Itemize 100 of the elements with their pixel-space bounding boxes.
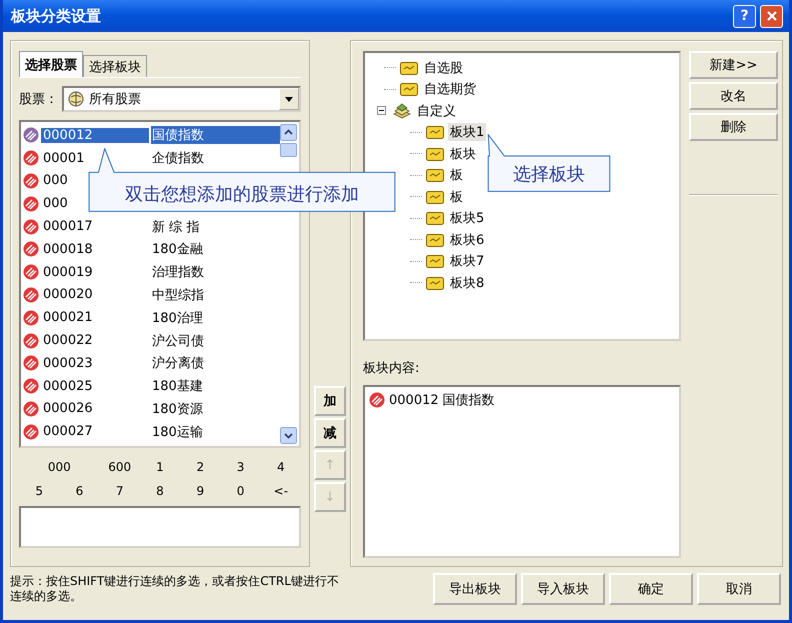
close-button[interactable] [760,4,783,28]
footer-button[interactable]: 确定 [609,573,693,605]
keypad-key[interactable]: 1 [140,458,180,476]
stock-row[interactable]: 00001 企债指数 [23,146,204,170]
globe-icon [68,91,84,107]
keypad-key[interactable]: 000 [19,458,100,476]
stock-name: 国债指数 [151,126,280,144]
keypad-key[interactable]: <- [260,482,301,500]
stock-row[interactable]: 000023 沪分离债 [23,352,204,375]
folder-icon [426,190,444,204]
stock-row[interactable]: 000019 治理指数 [23,260,204,284]
tree-item[interactable]: 板块5 [448,209,486,228]
tree-item[interactable]: 板 [448,188,465,206]
stock-row[interactable]: 000027 180运输 [23,420,203,444]
keypad-key[interactable]: 4 [260,458,301,476]
keypad-key[interactable]: 5 [19,482,60,500]
stock-icon [369,392,385,408]
keypad-key[interactable]: 9 [180,482,220,500]
scroll-up-icon[interactable] [280,124,297,141]
stock-row[interactable]: 000012 国债指数 [23,124,280,147]
stock-row[interactable]: 000025 180基建 [23,374,203,398]
stock-row[interactable]: 000 [23,170,70,192]
tab[interactable]: 选择板块 [83,55,147,77]
stock-icon [23,355,39,372]
keypad-key[interactable]: 2 [180,458,220,476]
keypad-key[interactable]: 8 [140,482,180,500]
window-title: 板块分类设置 [11,6,101,26]
hint-text: 提示：按住SHIFT键进行连续的多选，或者按住CTRL键进行不连续的多选。 [10,574,340,604]
stock-code: 000012 [389,392,439,408]
folder-icon [400,82,418,96]
stock-code: 000023 [42,356,94,371]
help-button[interactable]: ? [733,4,756,28]
dropdown-arrow-icon [285,96,293,102]
footer-button[interactable]: 取消 [697,573,781,605]
stock-icon [23,218,39,235]
stock-dropdown[interactable]: 所有股票 [62,86,301,112]
footer-button[interactable]: 导出板块 [433,573,517,605]
callout-tooltip: 选择板块 [487,134,611,192]
close-icon [766,10,778,22]
stock-name: 沪公司债 [151,332,204,350]
stock-code: 000026 [42,401,94,416]
tree-item[interactable]: 自定义 [415,102,458,120]
stock-name: 沪分离债 [151,355,204,372]
footer-button[interactable]: 导入板块 [521,573,605,605]
code-input-field[interactable] [19,506,301,548]
stock-code: 000018 [42,242,94,257]
stock-code: 000 [42,173,69,188]
stock-name: 180资源 [151,400,203,418]
folder-icon [426,168,444,182]
keypad-key[interactable]: 600 [100,458,140,476]
contents-label: 板块内容: [363,360,420,377]
stock-code: 00001 [42,150,86,166]
block-button[interactable]: 改名 [689,82,778,110]
tab[interactable]: 选择股票 [19,51,83,77]
tree-item[interactable]: 板块1 [448,123,486,142]
block-button[interactable]: 删除 [689,113,778,141]
stock-name: 新 综 指 [151,218,200,236]
stock-code: 000025 [42,378,94,394]
stock-row[interactable]: 000 [23,192,70,216]
stock-icon [23,310,39,326]
contents-row[interactable]: 000012 国债指数 [369,391,675,409]
tree-item[interactable]: 自选股 [422,58,465,77]
tree-item[interactable]: 自选期货 [422,80,478,98]
stock-row[interactable]: 000021 180治理 [23,306,203,330]
stock-row[interactable]: 000020 中型综指 [23,284,204,306]
keypad-key[interactable]: 6 [59,482,100,500]
collapse-icon[interactable] [377,106,386,116]
folder-icon [426,232,444,247]
keypad-key[interactable]: 3 [220,458,261,476]
stock-code: 000 [42,196,69,212]
stock-name: 180治理 [151,310,203,327]
tree-item[interactable]: 板块 [448,144,478,163]
scrollbar-thumb[interactable] [280,143,297,157]
stock-icon [23,127,39,144]
keypad-key[interactable]: 7 [100,482,140,500]
folder-icon [426,146,444,161]
stock-code: 000022 [42,333,94,348]
stock-row[interactable]: 000018 180金融 [23,238,203,261]
tree-item[interactable]: 板块6 [448,230,486,249]
block-button[interactable]: 新建>> [689,51,778,79]
move-button[interactable]: 加 [314,386,346,416]
tree-item[interactable]: 板块7 [448,252,486,270]
stock-icon [23,150,39,166]
folder-icon [426,276,444,290]
stock-row[interactable]: 000017 新 综 指 [23,215,200,238]
scroll-down-icon[interactable] [280,427,297,444]
stock-icon [23,172,39,189]
stock-code: 000020 [42,287,94,302]
move-button[interactable]: 减 [314,418,346,448]
stock-name: 180金融 [151,241,203,258]
stock-name: 中型综指 [151,286,204,304]
folder-icon [426,125,444,140]
stock-row[interactable]: 000026 180资源 [23,398,203,420]
tree-item[interactable]: 板 [448,166,465,184]
keypad-key[interactable]: 0 [220,482,261,500]
folder-icon [400,60,418,75]
stock-row[interactable]: 000022 沪公司债 [23,329,204,352]
stock-code: 000017 [42,219,94,234]
stock-icon [23,332,39,349]
tree-item[interactable]: 板块8 [448,274,486,292]
